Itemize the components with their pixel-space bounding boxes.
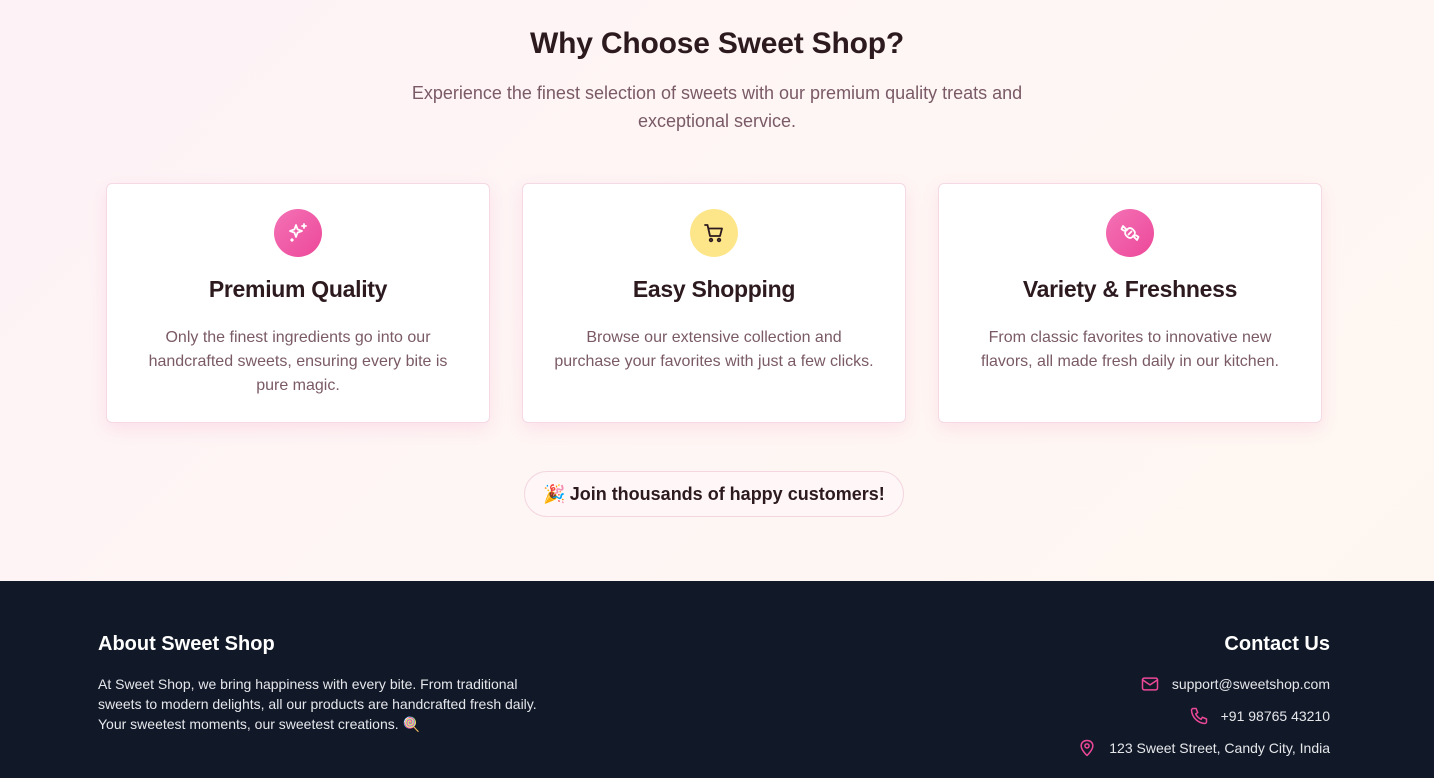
feature-card-title: Easy Shopping — [632, 276, 796, 302]
features-title: Why Choose Sweet Shop? — [530, 27, 904, 60]
feature-card-premium-quality: Premium Quality Only the finest ingredie… — [106, 183, 490, 423]
site-footer: About Sweet Shop At Sweet Shop, we bring… — [0, 581, 1434, 778]
about-text: At Sweet Shop, we bring happiness with e… — [98, 676, 537, 732]
feature-card-title: Variety & Freshness — [1022, 276, 1238, 302]
happy-customers-badge: 🎉 Join thousands of happy customers! — [524, 471, 904, 517]
shopping-cart-icon — [690, 209, 738, 257]
contact-address: 123 Sweet Street, Candy City, India — [1077, 737, 1330, 759]
candy-icon — [1106, 209, 1154, 257]
features-section: Why Choose Sweet Shop? Experience the fi… — [0, 0, 1434, 581]
contact-phone-text[interactable]: +91 98765 43210 — [1221, 708, 1330, 724]
contact-title: Contact Us — [1224, 633, 1330, 655]
contact-email[interactable]: support@sweetshop.com — [1140, 673, 1330, 695]
feature-card-description: Only the finest ingredients go into our … — [148, 329, 448, 394]
mail-icon — [1141, 677, 1159, 691]
feature-card-description: Browse our extensive collection and purc… — [554, 329, 874, 370]
feature-card-easy-shopping: Easy Shopping Browse our extensive colle… — [522, 183, 906, 423]
feature-card-variety-freshness: Variety & Freshness From classic favorit… — [938, 183, 1322, 423]
badge-text: Join thousands of happy customers! — [569, 483, 885, 504]
party-popper-icon: 🎉 — [543, 483, 566, 504]
contact-phone[interactable]: +91 98765 43210 — [1189, 705, 1330, 727]
feature-card-title: Premium Quality — [208, 276, 388, 302]
contact-email-text[interactable]: support@sweetshop.com — [1172, 676, 1330, 692]
map-pin-icon — [1080, 739, 1094, 757]
feature-card-description: From classic favorites to innovative new… — [981, 329, 1279, 370]
sparkles-icon — [274, 209, 322, 257]
features-subtitle: Experience the finest selection of sweet… — [411, 83, 1023, 131]
phone-icon — [1190, 707, 1207, 725]
contact-address-text: 123 Sweet Street, Candy City, India — [1109, 740, 1330, 756]
about-title: About Sweet Shop — [98, 633, 275, 655]
